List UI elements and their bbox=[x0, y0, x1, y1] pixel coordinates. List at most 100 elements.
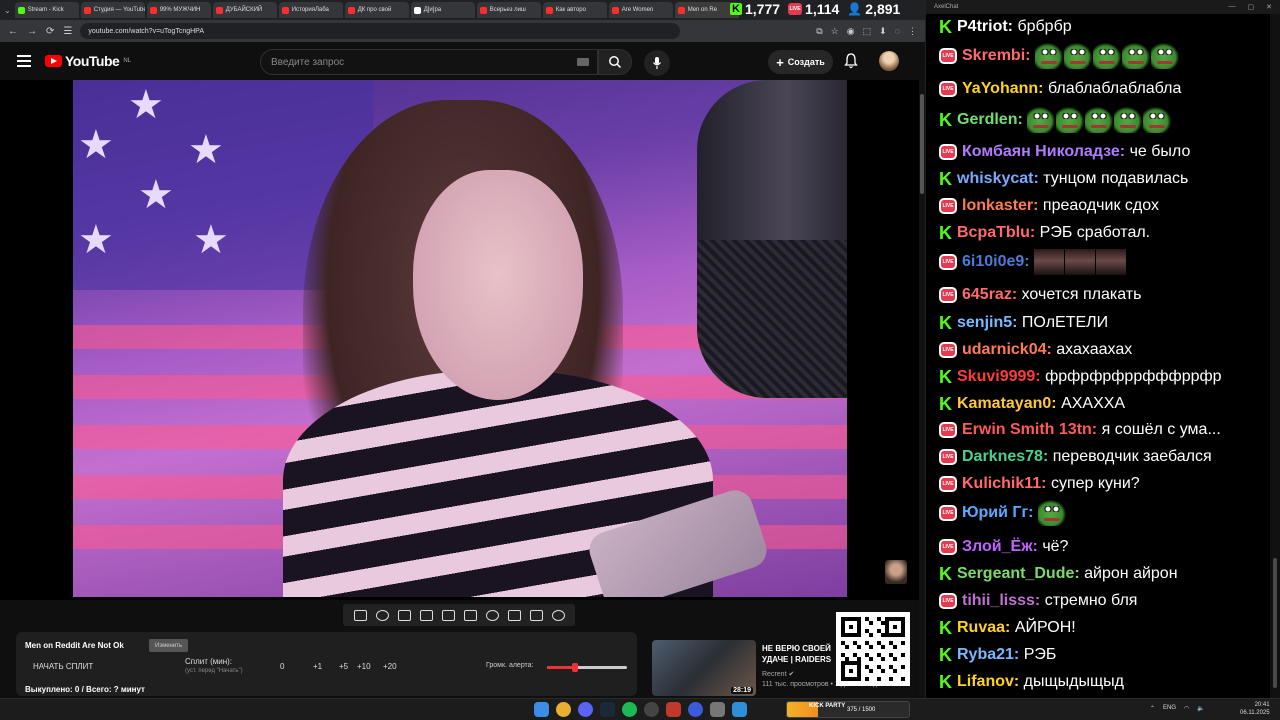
tab-list-icon[interactable]: ⌄ bbox=[4, 6, 11, 15]
chat-username[interactable]: BcpaTblu bbox=[957, 224, 1030, 242]
maximize-icon[interactable]: ▢ bbox=[1248, 3, 1255, 11]
chat-username[interactable]: whiskycat bbox=[957, 170, 1033, 188]
clip-icon[interactable] bbox=[419, 609, 433, 621]
alert-volume-slider[interactable] bbox=[547, 663, 627, 672]
chat-username[interactable]: Sergeant_Dude bbox=[957, 565, 1074, 583]
language-indicator[interactable]: ENG bbox=[1163, 705, 1176, 712]
minimize-icon[interactable]: — bbox=[1229, 3, 1236, 11]
increment-button[interactable]: +5 bbox=[339, 662, 348, 671]
browser-tab[interactable]: Как авторо bbox=[542, 2, 607, 18]
extension-icon[interactable]: ◉ bbox=[847, 26, 855, 37]
chat-username[interactable]: lonkaster bbox=[962, 197, 1033, 215]
youtube-logo[interactable]: YouTube NL bbox=[45, 53, 131, 69]
search-input[interactable]: Введите запрос bbox=[260, 49, 598, 75]
profile-icon[interactable]: ◌ bbox=[895, 26, 900, 37]
chat-scrollbar[interactable] bbox=[1270, 14, 1280, 698]
search-button[interactable] bbox=[598, 49, 632, 75]
close-icon[interactable]: ✕ bbox=[1266, 3, 1272, 11]
bookmark-star-icon[interactable]: ☆ bbox=[831, 26, 839, 37]
create-button[interactable]: + Создать bbox=[768, 50, 833, 74]
steam-icon[interactable] bbox=[600, 702, 615, 717]
chat-username[interactable]: Lifanov bbox=[957, 673, 1014, 691]
chat-username[interactable]: Комбаян Николадзе bbox=[962, 143, 1120, 161]
chat-username[interactable]: Kamatayan0 bbox=[957, 395, 1051, 413]
chat-username[interactable]: Юрий Гг bbox=[962, 504, 1028, 522]
url-field[interactable]: youtube.com/watch?v=uTogTcngHPA bbox=[80, 23, 681, 39]
browser-tab[interactable]: 99% МУЖЧИН bbox=[146, 2, 211, 18]
clock[interactable]: 20:41 06.11.2025 bbox=[1240, 701, 1270, 717]
volume-icon[interactable]: 🔈 bbox=[1197, 705, 1204, 712]
chat-username[interactable]: Ruvaa bbox=[957, 619, 1005, 637]
site-info-icon[interactable]: ☰ bbox=[63, 26, 72, 37]
install-icon[interactable]: ⧉ bbox=[816, 26, 822, 37]
chat-username[interactable]: Erwin Smith 13tn bbox=[962, 421, 1092, 439]
keyboard-icon[interactable] bbox=[577, 58, 589, 66]
recommended-video-thumbnail[interactable]: 28:19 bbox=[652, 640, 756, 696]
telegram-icon[interactable] bbox=[732, 702, 747, 717]
player-app-icon[interactable] bbox=[688, 702, 703, 717]
discord-icon[interactable] bbox=[578, 702, 593, 717]
reload-icon[interactable]: ⟳ bbox=[46, 26, 54, 37]
menu-icon[interactable] bbox=[17, 55, 31, 67]
back-icon[interactable]: ← bbox=[8, 26, 18, 37]
broadcast-icon[interactable] bbox=[375, 609, 389, 621]
video-frame[interactable]: ★ ★ ★ ★ ★ ★ bbox=[73, 80, 847, 597]
start-split-button[interactable]: НАЧАТЬ СПЛИТ bbox=[33, 662, 93, 671]
edit-button[interactable]: Изменить bbox=[149, 639, 189, 652]
pip-icon[interactable] bbox=[441, 609, 455, 621]
account-avatar[interactable] bbox=[879, 51, 899, 71]
spotify-icon[interactable] bbox=[622, 702, 637, 717]
tray-chevron-icon[interactable]: ⌃ bbox=[1150, 705, 1155, 712]
browser-tab[interactable]: ИсторияЛаба bbox=[278, 2, 343, 18]
increment-button[interactable]: +20 bbox=[383, 662, 397, 671]
chat-username[interactable]: tihii_lisss bbox=[962, 592, 1035, 610]
voice-search-button[interactable] bbox=[644, 50, 670, 76]
chat-username[interactable]: Ryba21 bbox=[957, 646, 1014, 664]
chat-username[interactable]: Злой_Ёж bbox=[962, 538, 1033, 556]
browser-menu-icon[interactable]: ⋮ bbox=[908, 26, 917, 37]
chat-username[interactable]: Kulichik11 bbox=[962, 475, 1041, 493]
chat-username[interactable]: 645raz bbox=[962, 286, 1012, 304]
chat-username[interactable]: Skrembi bbox=[962, 47, 1025, 65]
speed-icon[interactable] bbox=[485, 609, 499, 621]
browser-tab[interactable]: Stream - Kick bbox=[14, 2, 79, 18]
chat-username[interactable]: Gerdlen bbox=[957, 111, 1017, 129]
timer-icon[interactable] bbox=[463, 609, 477, 621]
forward-icon[interactable]: → bbox=[27, 26, 37, 37]
settings-gear-icon[interactable] bbox=[551, 609, 565, 621]
camera-icon[interactable] bbox=[529, 609, 543, 621]
obs-icon[interactable] bbox=[644, 702, 659, 717]
chat-scrollbar-thumb[interactable] bbox=[1273, 558, 1277, 688]
chat-username[interactable]: P4triot bbox=[957, 18, 1008, 36]
chrome-icon[interactable] bbox=[556, 702, 571, 717]
app-icon[interactable] bbox=[666, 702, 681, 717]
screenshot-icon[interactable] bbox=[397, 609, 411, 621]
video-player[interactable]: ★ ★ ★ ★ ★ ★ bbox=[0, 80, 925, 600]
puzzle-icon[interactable]: ⬚ bbox=[863, 26, 872, 37]
browser-tab[interactable]: ДК про свой bbox=[344, 2, 409, 18]
recommended-video-title[interactable]: НЕ ВЕРЮ СВОЕЙ УДАЧЕ | RAIDERS bbox=[762, 643, 842, 665]
notifications-bell-icon[interactable] bbox=[844, 53, 858, 69]
browser-tab[interactable]: ДУБАЙСКИЙ bbox=[212, 2, 277, 18]
loop-icon[interactable] bbox=[353, 609, 367, 621]
wifi-icon[interactable]: ◠ bbox=[1184, 705, 1189, 712]
chat-username[interactable]: Darknes78 bbox=[962, 448, 1043, 466]
browser-tab[interactable]: Всерьез лиш bbox=[476, 2, 541, 18]
start-icon[interactable] bbox=[534, 702, 549, 717]
browser-tab[interactable]: Д[и]ра bbox=[410, 2, 475, 18]
increment-button[interactable]: +1 bbox=[313, 662, 322, 671]
recommended-channel[interactable]: Recrent ✔ bbox=[762, 670, 794, 678]
chat-username[interactable]: udarnick04 bbox=[962, 341, 1046, 359]
chat-username[interactable]: YaYohann bbox=[962, 80, 1038, 98]
browser-tab[interactable]: Are Women bbox=[608, 2, 673, 18]
chat-username[interactable]: 6i10i0e9 bbox=[962, 253, 1024, 271]
alert-volume-knob[interactable] bbox=[572, 663, 578, 672]
app-icon[interactable] bbox=[710, 702, 725, 717]
chat-username[interactable]: Skuvi9999 bbox=[957, 368, 1035, 386]
add-playlist-icon[interactable] bbox=[507, 609, 521, 621]
download-icon[interactable]: ⬇ bbox=[879, 26, 887, 37]
chat-username[interactable]: senjin5 bbox=[957, 314, 1012, 332]
increment-button[interactable]: +10 bbox=[357, 662, 371, 671]
scrollbar-thumb[interactable] bbox=[920, 94, 924, 194]
browser-tab[interactable]: Студия — YouTube bbox=[80, 2, 145, 18]
